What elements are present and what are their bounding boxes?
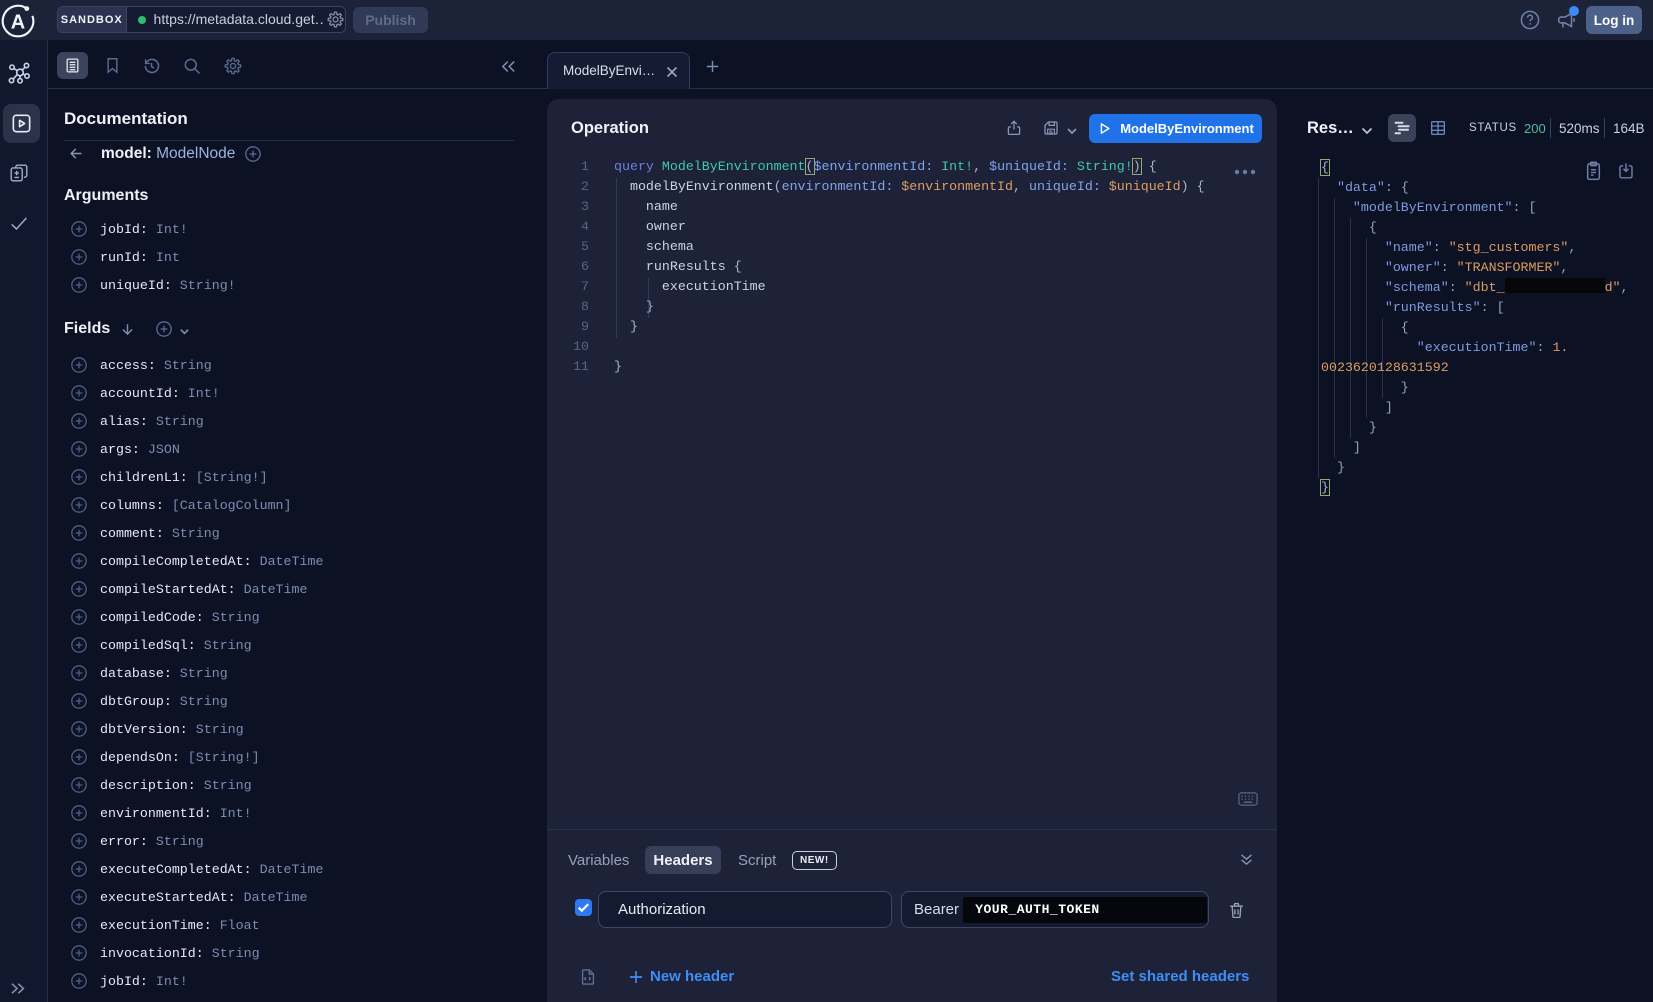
svg-text:A: A [11,12,25,34]
